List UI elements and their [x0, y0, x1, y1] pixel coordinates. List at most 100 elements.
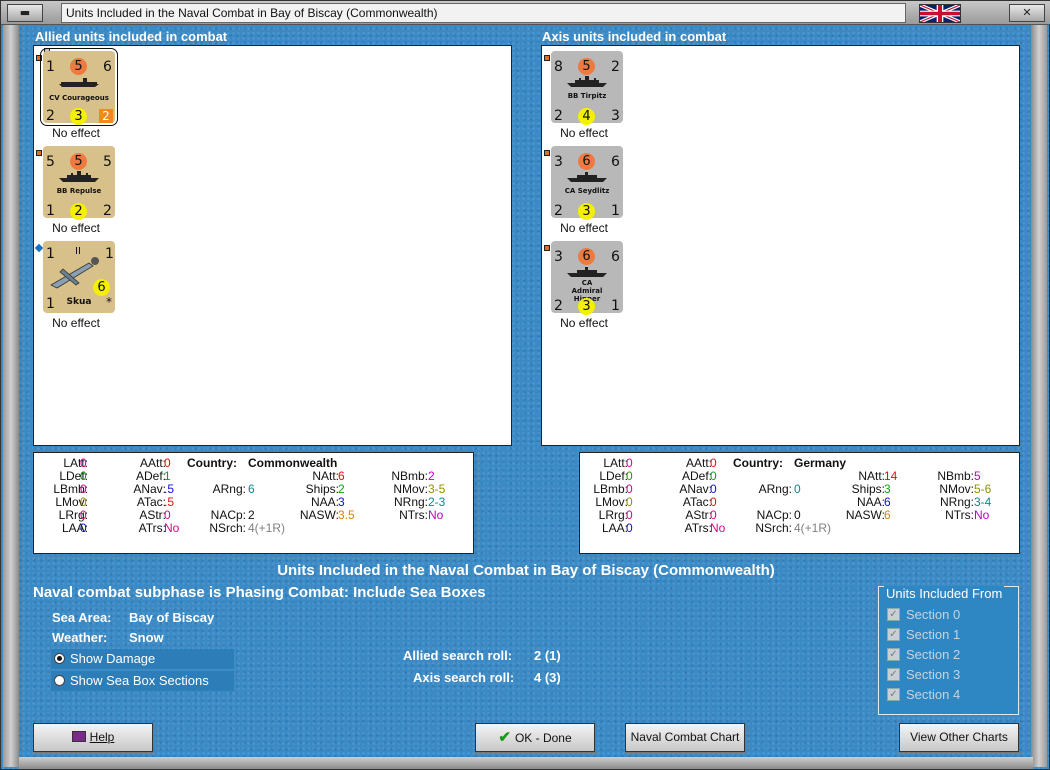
view-other-charts-button[interactable]: View Other Charts — [899, 723, 1019, 752]
unit-effect: No effect — [52, 221, 100, 235]
counter-value: * — [106, 295, 112, 309]
allied-stats: LAtt: LDef: LBmb: LMov: LRrg: LAA: 0 0 0… — [33, 452, 474, 554]
checkbox-icon[interactable]: ✓ — [887, 628, 900, 641]
checkbox-icon[interactable]: ✓ — [887, 648, 900, 661]
stat-nbmb: 2 — [428, 469, 435, 483]
counter-value: 1 — [46, 203, 55, 219]
allied-roll-value: 2 (1) — [534, 648, 561, 663]
counter-value: 2 — [99, 109, 113, 123]
checkbox-label: Section 2 — [906, 647, 961, 662]
unit-counter: 5 5 5 BB Repulse 1 2 2 — [43, 146, 115, 220]
stat-aatt: 0 — [164, 456, 171, 470]
cruiser-icon — [567, 267, 607, 277]
section-3-checkbox[interactable]: ✓ Section 3 — [887, 667, 1012, 683]
battleship-icon — [59, 171, 99, 182]
checkbox-label: Section 1 — [906, 627, 961, 642]
naval-combat-chart-button[interactable]: Naval Combat Chart — [625, 723, 745, 752]
counter-value: 5 — [70, 153, 87, 170]
unit-name: CV Courageous — [49, 94, 109, 102]
minimize-button[interactable]: ▬ — [7, 4, 43, 22]
section-2-checkbox[interactable]: ✓ Section 2 — [887, 647, 1012, 663]
unit-effect: No effect — [560, 221, 608, 235]
counter-value: 3 — [554, 249, 563, 265]
ok-done-button[interactable]: ✔ OK - Done — [475, 723, 595, 752]
unit-counter: 3 6 6 CA Admiral Hipper 2 3 1 — [551, 241, 623, 315]
radio-button[interactable] — [54, 653, 65, 664]
unit-name: BB Tirpitz — [567, 92, 607, 100]
counter-value: 3 — [554, 154, 563, 170]
unit-counter: 1 II 1 6 Skua 1 * — [43, 241, 115, 313]
counter-value: 8 — [554, 59, 563, 75]
country-value: Commonwealth — [248, 456, 338, 470]
axis-units-list[interactable]: 8 5 2 BB Tirpitz 2 4 3 No effect 3 6 6 C… — [541, 45, 1020, 446]
counter-value: 5 — [103, 154, 112, 170]
stat-nrng: 3-4 — [974, 495, 992, 509]
checkmark-icon: ✔ — [498, 729, 511, 746]
show-damage-option[interactable]: Show Damage — [51, 649, 234, 669]
counter-value: 6 — [611, 154, 620, 170]
section-4-checkbox[interactable]: ✓ Section 4 — [887, 687, 1012, 703]
counter-value: 1 — [46, 296, 55, 312]
radio-button[interactable] — [54, 675, 65, 686]
checkbox-label: Section 0 — [906, 607, 961, 622]
checkbox-icon[interactable]: ✓ — [887, 608, 900, 621]
axis-roll-value: 4 (3) — [534, 670, 561, 685]
counter-value: 2 — [611, 59, 620, 75]
section-0-checkbox[interactable]: ✓ Section 0 — [887, 607, 1012, 623]
option-label: Show Damage — [70, 651, 156, 666]
unit-tag — [544, 55, 550, 61]
section-1-checkbox[interactable]: ✓ Section 1 — [887, 627, 1012, 643]
stat-ntrs: No — [974, 508, 990, 522]
show-sea-box-sections-option[interactable]: Show Sea Box Sections — [51, 671, 234, 691]
dialog-window: ▬ Units Included in the Naval Combat in … — [0, 0, 1050, 770]
counter-value: 2 — [554, 298, 563, 314]
units-included-from-group: Units Included From ✓ Section 0 ✓ Section … — [878, 586, 1019, 715]
unit-effect: No effect — [560, 126, 608, 140]
counter-value: 5 — [70, 58, 87, 75]
unit-courageous[interactable]: 1 5 6 CV Courageous 2 3 2 No effect — [36, 48, 118, 140]
allied-roll-label: Allied search roll: — [403, 648, 513, 663]
unit-counter: 3 6 6 CA Seydlitz 2 3 1 — [551, 146, 623, 220]
unit-tag — [544, 245, 550, 251]
unit-name: CA Seydlitz — [564, 187, 610, 195]
axis-stats: LAtt: LDef: LBmb: LMov: LRrg: LAA: 0 0 0… — [579, 452, 1020, 554]
unit-effect: No effect — [52, 126, 100, 140]
stat-nsrch: 4(+1R) — [794, 521, 832, 535]
other-charts-button-label: View Other Charts — [910, 730, 1008, 744]
counter-value: 6 — [103, 59, 112, 75]
chart-button-label: Naval Combat Chart — [630, 730, 740, 744]
option-label: Show Sea Box Sections — [70, 673, 209, 688]
main-title: Units Included in the Naval Combat in Ba… — [277, 562, 775, 579]
unit-seydlitz[interactable]: 3 6 6 CA Seydlitz 2 3 1 No effect — [544, 143, 624, 235]
stat-ntrs: No — [428, 508, 444, 522]
counter-value: 2 — [46, 108, 55, 124]
counter-value: 2 — [70, 203, 87, 220]
unit-repulse[interactable]: 5 5 5 BB Repulse 1 2 2 No effect — [36, 143, 116, 235]
subphase-text: Naval combat subphase is Phasing Combat:… — [33, 584, 486, 601]
unit-effect: No effect — [560, 316, 608, 330]
ok-button-label: OK - Done — [514, 731, 572, 745]
window-title: Units Included in the Naval Combat in Ba… — [61, 3, 906, 23]
checkbox-icon[interactable]: ✓ — [887, 668, 900, 681]
axis-roll-label: Axis search roll: — [413, 670, 515, 685]
allied-units-list[interactable]: 1 5 6 CV Courageous 2 3 2 No effect 5 5 … — [33, 45, 512, 446]
help-button[interactable]: Help — [33, 723, 153, 752]
unit-effect: No effect — [52, 316, 100, 330]
counter-value: 3 — [611, 108, 620, 124]
close-button[interactable]: ✕ — [1009, 4, 1045, 22]
counter-value: 3 — [578, 203, 595, 220]
counter-value: 3 — [70, 108, 87, 125]
stat-nmov: 5-6 — [974, 482, 992, 496]
checkbox-icon[interactable]: ✓ — [887, 688, 900, 701]
allied-heading: Allied units included in combat — [35, 29, 228, 44]
stat-aatt: 0 — [710, 456, 717, 470]
counter-value: 6 — [578, 153, 595, 170]
stat-nmov: 3-5 — [428, 482, 446, 496]
unit-tirpitz[interactable]: 8 5 2 BB Tirpitz 2 4 3 No effect — [544, 48, 624, 140]
unit-admiral-hipper[interactable]: 3 6 6 CA Admiral Hipper 2 3 1 No effect — [544, 238, 624, 330]
unit-name: BB Repulse — [56, 187, 102, 195]
union-jack-icon — [919, 4, 961, 23]
counter-value: 3 — [578, 298, 595, 315]
country-value: Germany — [794, 456, 847, 470]
unit-skua[interactable]: 1 II 1 6 Skua 1 * No effect — [34, 238, 116, 330]
